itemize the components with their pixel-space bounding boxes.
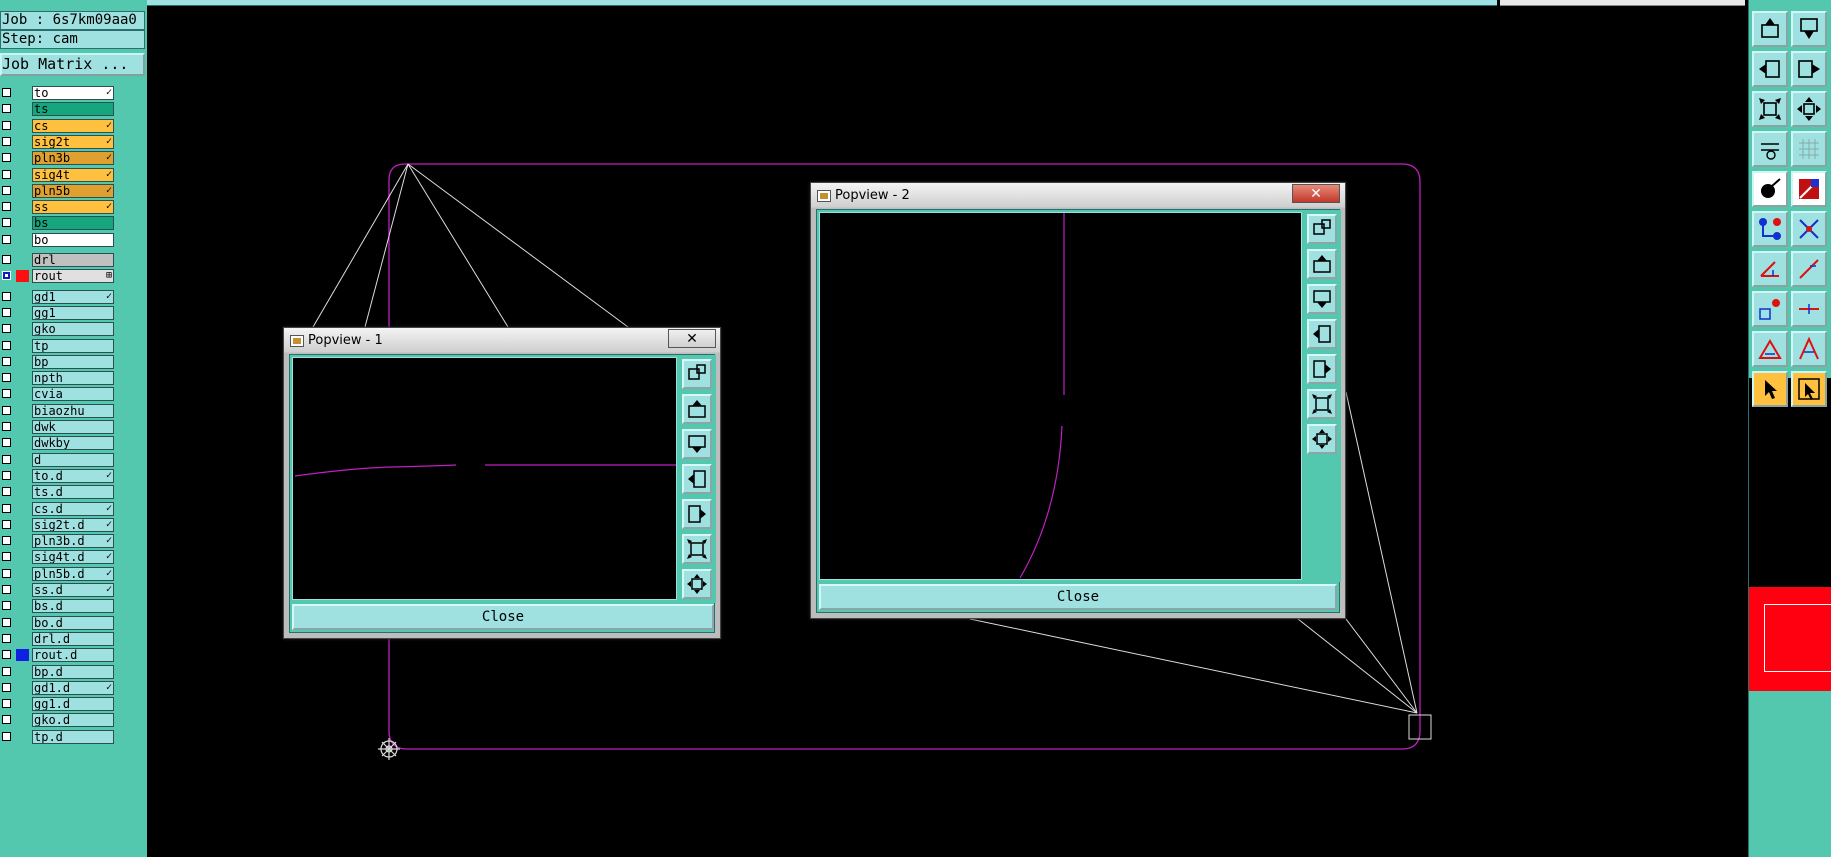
popview-move-right-icon[interactable] bbox=[682, 499, 712, 529]
popview-zoom-home-icon[interactable] bbox=[1307, 214, 1337, 244]
popview-1-window: Popview - 1 ✕ Close bbox=[283, 327, 721, 639]
grid-button[interactable] bbox=[1791, 131, 1827, 167]
popview-move-down-icon[interactable] bbox=[682, 429, 712, 459]
layer-color-preview-frame bbox=[1764, 604, 1831, 672]
popview-move-right-icon[interactable] bbox=[1307, 354, 1337, 384]
center-zoom-button[interactable] bbox=[1791, 91, 1827, 127]
select-pointer-icon bbox=[1765, 380, 1777, 399]
fit-zoom-icon bbox=[1759, 98, 1781, 120]
line-button[interactable] bbox=[1791, 291, 1827, 327]
move-right-icon bbox=[1798, 60, 1820, 78]
move-right-button[interactable] bbox=[1791, 51, 1827, 87]
popview-2-body: Close bbox=[816, 209, 1341, 613]
popview-move-left-icon[interactable] bbox=[682, 464, 712, 494]
popview-zoom-center-icon[interactable] bbox=[682, 569, 712, 599]
popview-move-up-icon[interactable] bbox=[1307, 249, 1337, 279]
move-down-button[interactable] bbox=[1791, 11, 1827, 47]
pad-button[interactable] bbox=[1791, 171, 1827, 207]
line-angle-icon bbox=[1799, 259, 1819, 279]
line-icon bbox=[1799, 304, 1819, 314]
fit-zoom-button[interactable] bbox=[1752, 91, 1788, 127]
center-zoom-icon bbox=[1797, 97, 1821, 121]
offset-button[interactable] bbox=[1752, 291, 1788, 327]
popview-move-up-icon[interactable] bbox=[682, 394, 712, 424]
select-box-button[interactable] bbox=[1791, 371, 1827, 407]
move-left-button[interactable] bbox=[1752, 51, 1788, 87]
popview-zoom-home-icon[interactable] bbox=[682, 359, 712, 389]
popview-zoom-fit-icon[interactable] bbox=[682, 534, 712, 564]
window-app-icon bbox=[817, 190, 831, 202]
popview-2-window: Popview - 2 ✕ Close bbox=[810, 182, 1346, 619]
popview-1-toolbar bbox=[680, 355, 716, 603]
measure-button[interactable] bbox=[1752, 131, 1788, 167]
datum-origin-icon bbox=[378, 738, 400, 760]
popview-1-body: Close bbox=[289, 354, 716, 633]
offset-icon bbox=[1759, 299, 1780, 320]
popview-zoom-fit-icon[interactable] bbox=[1307, 389, 1337, 419]
select-box-icon bbox=[1798, 378, 1820, 400]
toolbar-empty-area bbox=[1749, 378, 1831, 587]
popview-1-leader-lines bbox=[312, 163, 629, 328]
popview-2-close-button[interactable]: Close bbox=[819, 584, 1337, 610]
popview-2-title: Popview - 2 bbox=[835, 188, 910, 203]
pad-icon bbox=[1799, 179, 1819, 199]
popview-zoom-center-icon[interactable] bbox=[1307, 424, 1337, 454]
move-down-icon bbox=[1800, 18, 1818, 39]
connect-button[interactable] bbox=[1752, 211, 1788, 247]
angle-button[interactable] bbox=[1752, 251, 1788, 287]
connect-icon bbox=[1759, 218, 1781, 240]
popview-2-close-x-icon[interactable]: ✕ bbox=[1292, 184, 1340, 203]
arrow-triangle-button[interactable] bbox=[1791, 331, 1827, 367]
angle-icon bbox=[1760, 261, 1779, 277]
popview-1-canvas[interactable] bbox=[292, 357, 677, 600]
snap-button[interactable] bbox=[1752, 171, 1788, 207]
popview-2-toolbar bbox=[1305, 210, 1341, 582]
popview-2-canvas[interactable] bbox=[819, 212, 1302, 580]
intersect-button[interactable] bbox=[1791, 211, 1827, 247]
grid-icon bbox=[1799, 139, 1819, 159]
select-pointer-button[interactable] bbox=[1752, 371, 1788, 407]
triangle-icon bbox=[1758, 339, 1782, 359]
popview-1-title: Popview - 1 bbox=[308, 333, 383, 348]
move-up-button[interactable] bbox=[1752, 11, 1788, 47]
line-angle-button[interactable] bbox=[1791, 251, 1827, 287]
popview-1-close-x-icon[interactable]: ✕ bbox=[668, 329, 716, 348]
move-up-icon bbox=[1761, 18, 1779, 38]
arrow-triangle-icon bbox=[1799, 336, 1819, 360]
intersect-icon bbox=[1799, 219, 1819, 239]
popview-move-down-icon[interactable] bbox=[1307, 284, 1337, 314]
popview-1-close-button[interactable]: Close bbox=[292, 604, 714, 630]
measure-icon bbox=[1761, 143, 1779, 160]
snap-icon bbox=[1761, 178, 1781, 198]
window-app-icon bbox=[290, 335, 304, 347]
popview-move-left-icon[interactable] bbox=[1307, 319, 1337, 349]
move-left-icon bbox=[1759, 60, 1780, 78]
triangle-button[interactable] bbox=[1752, 331, 1788, 367]
